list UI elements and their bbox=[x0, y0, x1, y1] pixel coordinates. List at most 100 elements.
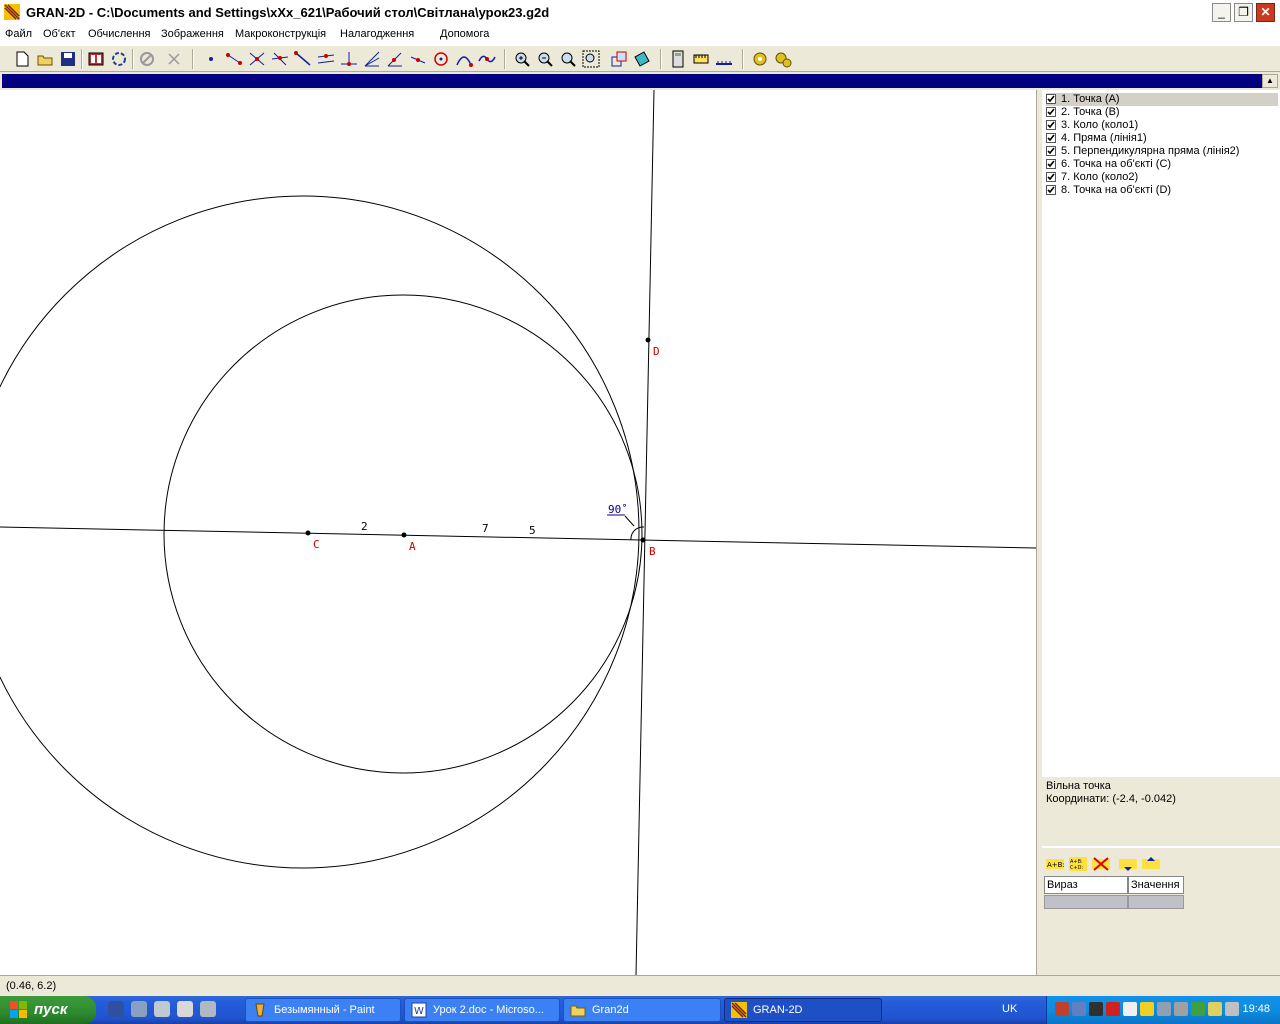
object-item[interactable]: 7. Коло (коло2) bbox=[1046, 171, 1278, 184]
restore-button[interactable]: ❐ bbox=[1234, 3, 1253, 22]
arc-icon[interactable] bbox=[408, 49, 428, 69]
point-c[interactable] bbox=[305, 530, 311, 536]
update-icon[interactable] bbox=[1191, 1002, 1205, 1016]
menu-view[interactable]: Зображення bbox=[161, 28, 224, 40]
task-label: Gran2d bbox=[592, 1004, 629, 1016]
task-folder[interactable]: Gran2d bbox=[563, 998, 721, 1022]
move-up-icon[interactable] bbox=[1141, 856, 1161, 872]
task-gran2d[interactable]: GRAN-2D bbox=[724, 998, 882, 1022]
add-expression-icon[interactable]: A+B: bbox=[1045, 856, 1065, 872]
point-b[interactable] bbox=[640, 537, 646, 543]
zoom-out-icon[interactable] bbox=[535, 49, 555, 69]
close-button[interactable]: ✕ bbox=[1256, 3, 1275, 22]
spline-icon[interactable] bbox=[477, 49, 497, 69]
parallel-icon[interactable] bbox=[316, 49, 336, 69]
segment-icon[interactable] bbox=[224, 49, 244, 69]
monitor-icon[interactable] bbox=[1089, 1002, 1103, 1016]
point-d[interactable] bbox=[645, 337, 651, 343]
menu-file[interactable]: Файл bbox=[5, 28, 32, 40]
object-item[interactable]: 8. Точка на об'єкті (D) bbox=[1046, 184, 1278, 197]
network-quicklaunch-icon[interactable] bbox=[177, 1001, 193, 1017]
language-indicator[interactable]: UK bbox=[1002, 1003, 1017, 1015]
measure-icon[interactable] bbox=[691, 49, 711, 69]
menu-help[interactable]: Допомога bbox=[440, 28, 489, 40]
disabled-circle-icon[interactable] bbox=[137, 49, 157, 69]
disk-quicklaunch-icon[interactable] bbox=[154, 1001, 170, 1017]
film-icon[interactable] bbox=[86, 49, 106, 69]
delete-expression-icon[interactable] bbox=[1091, 856, 1111, 872]
checkbox[interactable] bbox=[1046, 94, 1056, 104]
security-icon[interactable] bbox=[1208, 1002, 1222, 1016]
angle-icon[interactable] bbox=[385, 49, 405, 69]
object-item[interactable]: 4. Пряма (лінія1) bbox=[1046, 132, 1278, 145]
rotate-icon[interactable] bbox=[109, 49, 129, 69]
zoom-fit-icon[interactable] bbox=[558, 49, 578, 69]
bisector-icon[interactable] bbox=[362, 49, 382, 69]
zoom-window-icon[interactable] bbox=[581, 49, 601, 69]
minimize-button[interactable]: _ bbox=[1212, 3, 1231, 22]
transform-icon[interactable] bbox=[632, 49, 652, 69]
computer-quicklaunch-icon[interactable] bbox=[131, 1001, 147, 1017]
perpendicular-icon[interactable] bbox=[339, 49, 359, 69]
menu-settings[interactable]: Налагодження bbox=[340, 28, 414, 40]
task-label: Безымянный - Paint bbox=[274, 1004, 375, 1016]
menu-calculations[interactable]: Обчислення bbox=[88, 28, 151, 40]
ruler-icon[interactable] bbox=[714, 49, 734, 69]
antivirus-icon[interactable] bbox=[1106, 1002, 1120, 1016]
object-label: 3. Коло (коло1) bbox=[1061, 119, 1139, 131]
table-row[interactable] bbox=[1044, 895, 1128, 909]
object-item[interactable]: 1. Точка (A) bbox=[1046, 93, 1278, 106]
line-1[interactable] bbox=[0, 526, 1036, 549]
save-icon[interactable] bbox=[58, 49, 78, 69]
network-icon[interactable] bbox=[1072, 1002, 1086, 1016]
sound-icon[interactable] bbox=[1225, 1002, 1239, 1016]
circle-1[interactable] bbox=[0, 195, 640, 869]
start-button[interactable]: пуск bbox=[0, 996, 96, 1024]
object-item[interactable]: 6. Точка на об'єкті (C) bbox=[1046, 158, 1278, 171]
calculator-icon[interactable] bbox=[668, 49, 688, 69]
open-folder-icon[interactable] bbox=[35, 49, 55, 69]
new-file-icon[interactable] bbox=[12, 49, 32, 69]
task-paint[interactable]: Безымянный - Paint bbox=[245, 998, 401, 1022]
usb-icon[interactable] bbox=[1123, 1002, 1137, 1016]
curve-icon[interactable] bbox=[454, 49, 474, 69]
checkbox[interactable] bbox=[1046, 107, 1056, 117]
gears-icon[interactable] bbox=[773, 49, 793, 69]
checkbox[interactable] bbox=[1046, 159, 1056, 169]
settings-icon[interactable] bbox=[1174, 1002, 1188, 1016]
macro-icon[interactable] bbox=[750, 49, 770, 69]
geometry-drawing[interactable]: C A B D 2 7 5 90˚ bbox=[0, 90, 1036, 975]
point-a[interactable] bbox=[401, 532, 407, 538]
column-value[interactable]: Значення bbox=[1128, 876, 1184, 894]
menu-object[interactable]: Об'єкт bbox=[43, 28, 76, 40]
point-icon[interactable] bbox=[201, 49, 221, 69]
cross-lines-icon[interactable] bbox=[270, 49, 290, 69]
checkbox[interactable] bbox=[1046, 120, 1056, 130]
edit-expressions-icon[interactable]: A+B: C+D: bbox=[1068, 856, 1088, 872]
drive-quicklaunch-icon[interactable] bbox=[200, 1001, 216, 1017]
move-down-icon[interactable] bbox=[1118, 856, 1138, 872]
checkbox[interactable] bbox=[1046, 172, 1056, 182]
power-icon[interactable] bbox=[1140, 1002, 1154, 1016]
intersect-lines-icon[interactable] bbox=[247, 49, 267, 69]
object-item[interactable]: 2. Точка (B) bbox=[1046, 106, 1278, 119]
checkbox[interactable] bbox=[1046, 133, 1056, 143]
table-row[interactable] bbox=[1128, 895, 1184, 909]
object-item[interactable]: 5. Перпендикулярна пряма (лінія2) bbox=[1046, 145, 1278, 158]
task-word[interactable]: W Урок 2.doc - Microso... bbox=[404, 998, 560, 1022]
move-icon[interactable] bbox=[609, 49, 629, 69]
ray-icon[interactable] bbox=[293, 49, 313, 69]
checkbox[interactable] bbox=[1046, 185, 1056, 195]
column-expression[interactable]: Вираз bbox=[1044, 876, 1128, 894]
volume-icon[interactable] bbox=[1055, 1002, 1069, 1016]
scroll-up-button[interactable]: ▲ bbox=[1262, 74, 1278, 88]
circle-icon[interactable] bbox=[431, 49, 451, 69]
zoom-in-icon[interactable] bbox=[512, 49, 532, 69]
drawing-canvas[interactable]: C A B D 2 7 5 90˚ bbox=[0, 90, 1036, 975]
scissors-icon[interactable] bbox=[164, 49, 184, 69]
save-quicklaunch-icon[interactable] bbox=[108, 1001, 124, 1017]
menu-macro[interactable]: Макроконструкція bbox=[235, 28, 326, 40]
checkbox[interactable] bbox=[1046, 146, 1056, 156]
object-item[interactable]: 3. Коло (коло1) bbox=[1046, 119, 1278, 132]
display-icon[interactable] bbox=[1157, 1002, 1171, 1016]
